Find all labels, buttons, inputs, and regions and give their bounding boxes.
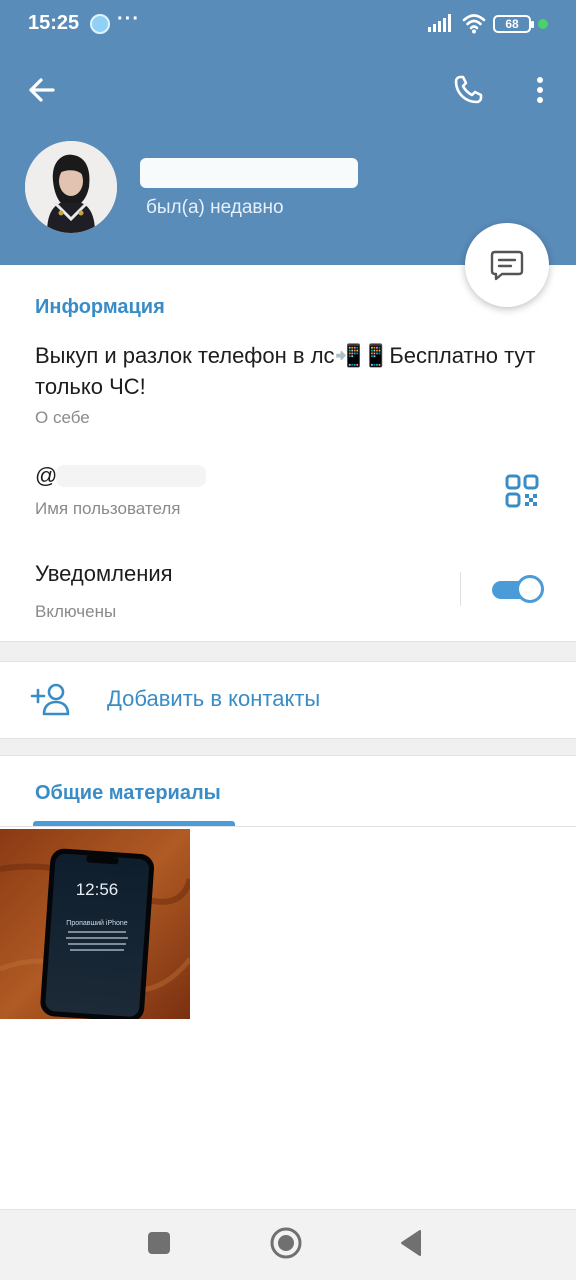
phone-photo: 12:56 Пропавший iPhone	[0, 829, 190, 1019]
arrow-left-icon[interactable]	[22, 70, 62, 110]
home-circle-icon[interactable]	[269, 1226, 303, 1260]
username-caption: Имя пользователя	[35, 499, 181, 518]
message-icon	[490, 250, 524, 281]
message-button[interactable]	[465, 223, 549, 307]
wifi-icon	[462, 14, 486, 34]
status-bar: 15:25 ··· 68	[0, 0, 576, 50]
avatar-portrait	[25, 141, 117, 233]
media-thumbnail[interactable]: 12:56 Пропавший iPhone	[0, 829, 190, 1019]
status-overflow: ···	[117, 8, 140, 30]
more-vertical-icon[interactable]	[520, 70, 560, 110]
add-user-icon	[30, 683, 70, 716]
signal-icon	[428, 14, 451, 32]
qr-code-icon[interactable]	[505, 474, 539, 508]
section-gap	[0, 641, 576, 662]
charging-dot	[538, 19, 548, 29]
battery-icon: 68	[493, 15, 534, 33]
divider	[0, 826, 576, 827]
username-redacted	[56, 465, 206, 487]
notifications-state: Включены	[35, 602, 117, 621]
divider	[460, 572, 461, 606]
avatar[interactable]	[25, 141, 117, 233]
phone-icon[interactable]	[448, 70, 488, 110]
notifications-label[interactable]: Уведомления	[35, 561, 173, 587]
profile-header: 15:25 ··· 68 был(а) недавно	[0, 0, 576, 265]
toggle-knob	[516, 575, 544, 603]
tab-shared-media[interactable]: Общие материалы	[35, 782, 221, 805]
info-section-title: Информация	[35, 296, 165, 318]
section-gap	[0, 738, 576, 756]
system-nav-bar	[0, 1209, 576, 1280]
add-contact-label: Добавить в контакты	[107, 686, 321, 711]
thumb-clock: 12:56	[76, 880, 119, 899]
recents-square-icon[interactable]	[148, 1232, 170, 1254]
last-seen-status: был(а) недавно	[146, 197, 284, 218]
app-notification-icon	[90, 14, 110, 34]
battery-level: 68	[505, 17, 519, 31]
status-time: 15:25	[28, 12, 80, 34]
back-triangle-icon[interactable]	[398, 1228, 424, 1258]
add-contact-button[interactable]: Добавить в контакты	[0, 662, 576, 738]
thumb-title: Пропавший iPhone	[66, 919, 128, 927]
bio-caption: О себе	[35, 408, 90, 427]
profile-name-redacted	[140, 158, 358, 188]
username-value[interactable]: @	[35, 463, 57, 489]
bio-text: Выкуп и разлок телефон в лс📲📱Бесплатно т…	[35, 343, 536, 399]
notifications-toggle[interactable]	[492, 574, 544, 604]
